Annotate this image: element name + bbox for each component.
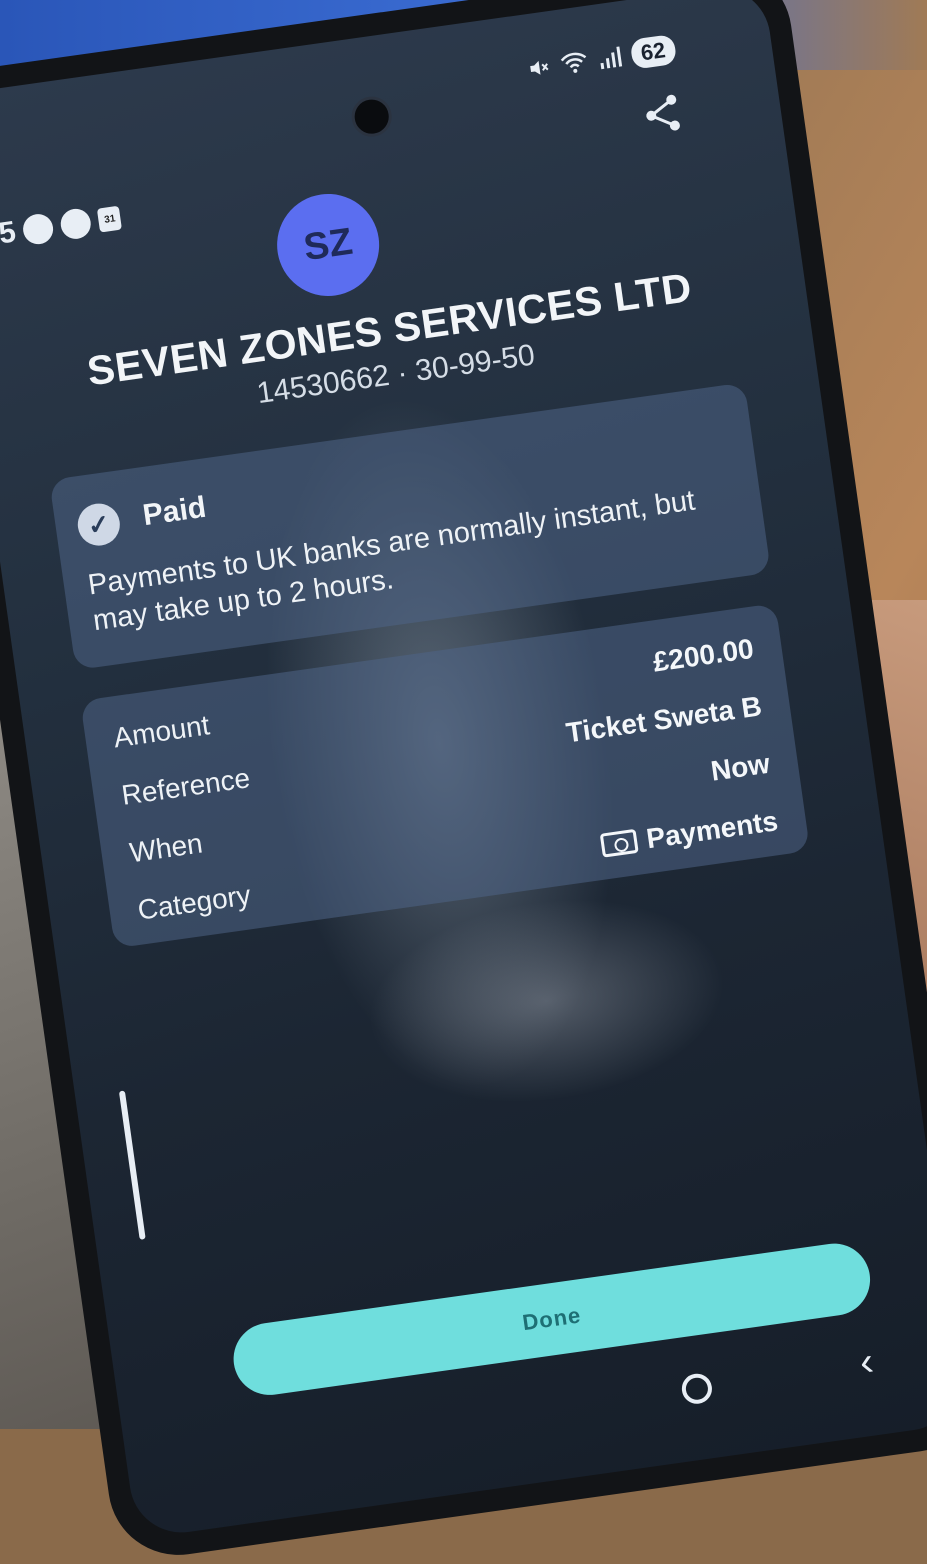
mute-icon <box>529 60 549 75</box>
home-icon[interactable] <box>679 1371 714 1406</box>
calendar-day: 31 <box>103 213 117 226</box>
category-value: Payments <box>644 805 780 855</box>
share-icon[interactable] <box>637 89 687 139</box>
check-icon: ✓ <box>75 500 123 549</box>
notification-icon <box>59 206 94 241</box>
status-bar-right: 62 <box>524 33 678 85</box>
when-label: When <box>127 827 205 869</box>
scrollbar[interactable] <box>118 1090 146 1240</box>
status-time: 55 <box>0 215 18 253</box>
payee-initials: SZ <box>301 220 356 269</box>
payee-avatar: SZ <box>270 187 386 303</box>
calendar-icon: 31 <box>97 205 123 233</box>
payment-status-title: Paid <box>140 490 209 533</box>
category-label: Category <box>135 879 253 926</box>
signal-icon <box>600 46 622 70</box>
front-camera <box>349 94 395 140</box>
wifi-icon <box>560 52 586 73</box>
category-value-wrap[interactable]: Payments <box>599 805 780 862</box>
phone: 55 31 62 SZ SEVEN ZONES SERVICES LTD 145… <box>0 0 927 1564</box>
when-value: Now <box>708 747 772 787</box>
phone-screen: 55 31 62 SZ SEVEN ZONES SERVICES LTD 145… <box>0 0 927 1540</box>
amount-value: £200.00 <box>651 632 756 678</box>
reference-label: Reference <box>119 762 252 811</box>
status-bar-left: 55 31 <box>0 201 123 254</box>
battery-indicator: 62 <box>629 33 678 70</box>
back-icon[interactable]: ‹ <box>857 1339 876 1385</box>
payments-icon <box>599 828 639 858</box>
amount-label: Amount <box>111 709 212 754</box>
notification-icon <box>21 212 56 247</box>
